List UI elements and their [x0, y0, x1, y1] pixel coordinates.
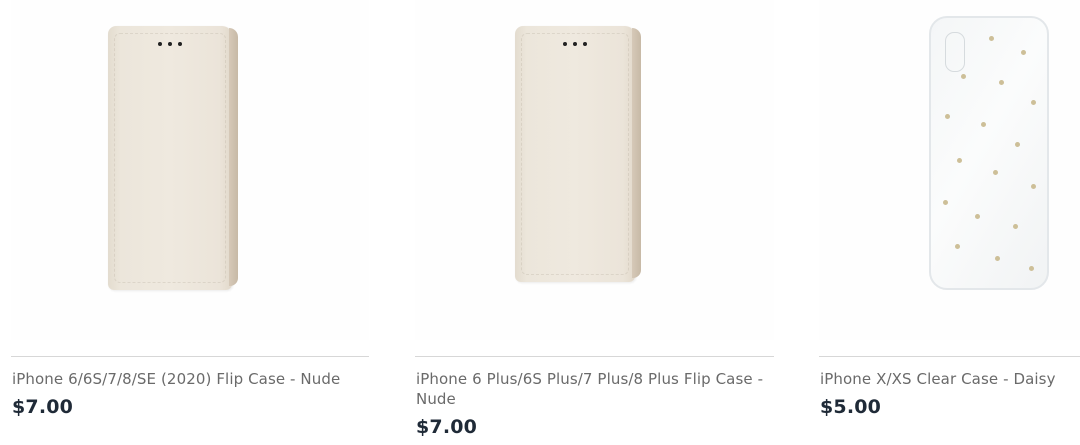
camera-dots [158, 42, 182, 46]
product-card[interactable]: iPhone 6/6S/7/8/SE (2020) Flip Case - Nu… [11, 0, 369, 445]
product-grid: iPhone 6/6S/7/8/SE (2020) Flip Case - Nu… [0, 0, 1080, 445]
product-image-link[interactable] [819, 0, 1080, 340]
product-image-flip-case[interactable] [108, 26, 238, 290]
card-divider [415, 356, 774, 357]
product-price: $7.00 [416, 416, 478, 438]
camera-cutout [945, 32, 965, 72]
product-image-clear-case[interactable] [929, 16, 1049, 290]
product-price: $7.00 [12, 396, 74, 418]
product-card[interactable]: iPhone 6 Plus/6S Plus/7 Plus/8 Plus Flip… [415, 0, 774, 445]
product-image-link[interactable] [11, 0, 369, 340]
product-price: $5.00 [820, 396, 882, 418]
product-card[interactable]: iPhone X/XS Clear Case - Daisy $5.00 [819, 0, 1080, 445]
product-image-link[interactable] [415, 0, 774, 340]
camera-dots [563, 42, 587, 46]
product-title[interactable]: iPhone X/XS Clear Case - Daisy [820, 369, 1078, 389]
product-title[interactable]: iPhone 6/6S/7/8/SE (2020) Flip Case - Nu… [12, 369, 368, 389]
card-divider [819, 356, 1080, 357]
card-divider [11, 356, 369, 357]
product-image-flip-case[interactable] [515, 26, 641, 282]
product-title[interactable]: iPhone 6 Plus/6S Plus/7 Plus/8 Plus Flip… [416, 369, 768, 409]
